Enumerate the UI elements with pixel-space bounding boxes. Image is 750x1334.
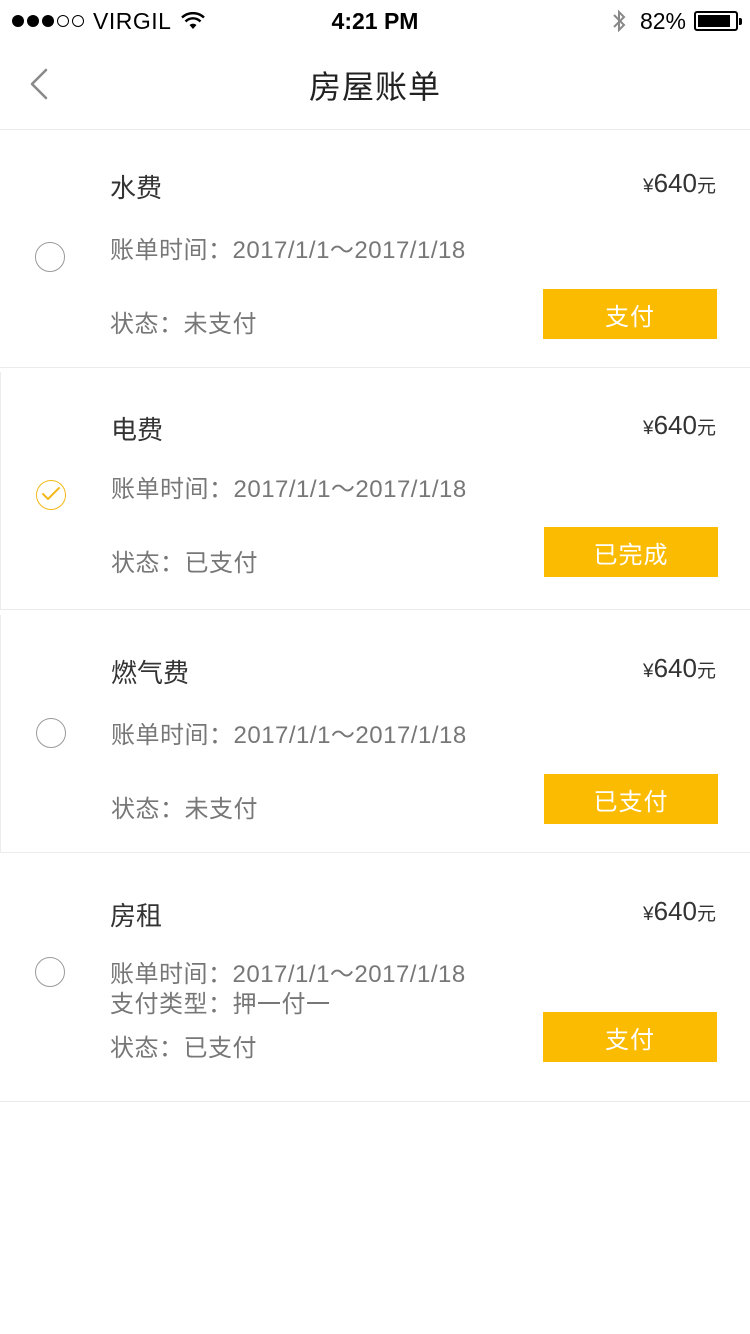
bill-pay-type: 支付类型：押一付一 <box>110 991 331 1018</box>
bill-card-electricity: 电费 ¥640元 账单时间：2017/1/1～2017/1/18 状态：已支付 … <box>0 372 750 610</box>
select-radio[interactable] <box>36 718 66 748</box>
bill-status: 状态：已支付 <box>111 550 258 577</box>
pay-button[interactable]: 支付 <box>543 1012 717 1062</box>
pay-button[interactable]: 支付 <box>543 289 717 339</box>
bill-time: 账单时间：2017/1/1～2017/1/18 <box>111 722 467 749</box>
bill-status: 状态：已支付 <box>110 1035 257 1062</box>
bill-name: 水费 <box>110 173 163 203</box>
bill-name: 燃气费 <box>111 658 190 688</box>
status-bar: VIRGIL 4:21 PM 82% <box>0 0 750 40</box>
bill-card-gas: 燃气费 ¥640元 账单时间：2017/1/1～2017/1/18 状态：未支付… <box>0 615 750 853</box>
nav-bar: 房屋账单 <box>0 40 750 130</box>
bill-price: ¥640元 <box>643 653 716 683</box>
bill-time: 账单时间：2017/1/1～2017/1/18 <box>110 237 466 264</box>
bill-name: 房租 <box>110 901 163 931</box>
battery-group: 82% <box>612 7 742 35</box>
paid-button[interactable]: 已支付 <box>544 774 718 824</box>
bill-price: ¥640元 <box>643 896 716 926</box>
bill-price: ¥640元 <box>643 168 716 198</box>
checkmark-icon <box>42 487 60 500</box>
bluetooth-icon <box>613 9 626 33</box>
bill-status: 状态：未支付 <box>111 796 258 823</box>
bill-card-rent: 房租 ¥640元 账单时间：2017/1/1～2017/1/18 支付类型：押一… <box>0 858 750 1102</box>
battery-icon <box>694 11 742 31</box>
bill-name: 电费 <box>111 415 164 445</box>
select-radio-checked[interactable] <box>36 480 66 510</box>
page-title: 房屋账单 <box>308 69 441 105</box>
bill-status: 状态：未支付 <box>110 311 257 338</box>
battery-percent: 82% <box>639 7 686 34</box>
bill-time: 账单时间：2017/1/1～2017/1/18 <box>111 476 467 503</box>
bill-card-water: 水费 ¥640元 账单时间：2017/1/1～2017/1/18 状态：未支付 … <box>0 130 750 368</box>
select-radio[interactable] <box>35 242 65 272</box>
select-radio[interactable] <box>35 957 65 987</box>
completed-button[interactable]: 已完成 <box>544 527 718 577</box>
bill-price: ¥640元 <box>643 410 716 440</box>
